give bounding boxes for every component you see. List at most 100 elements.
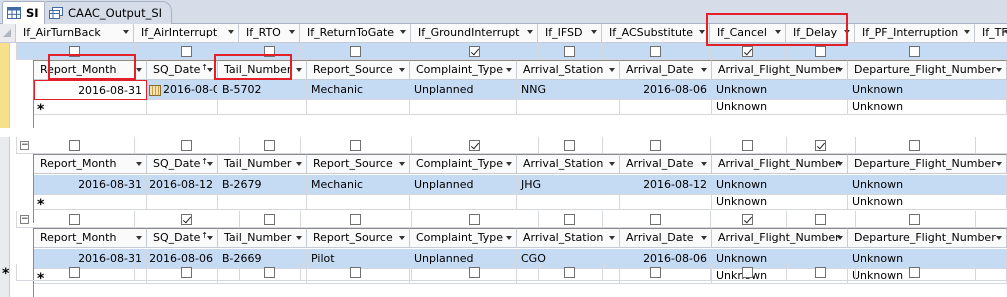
new-record-cell[interactable]: Unknown (848, 195, 1007, 210)
checkbox-if-ifsd[interactable] (564, 140, 575, 151)
checkbox-if-pf-interruption[interactable] (909, 46, 920, 57)
new-record-cell[interactable] (307, 100, 410, 115)
subcolumn-header-complaint-type[interactable]: Complaint_Type (410, 228, 517, 248)
subcell-departure-flight-number[interactable]: Unknown (848, 80, 1007, 100)
checkbox-if-acsubstitute[interactable] (650, 214, 661, 225)
column-header-if-returntogate[interactable]: If_ReturnToGate (300, 24, 411, 43)
tab-caac-output-si[interactable]: CAAC_Output_SI (44, 1, 172, 24)
column-header-if-airturnback[interactable]: If_AirTurnBack (16, 24, 134, 43)
checkbox-if-groundinterrupt[interactable] (469, 46, 480, 57)
new-record-cell[interactable]: Unknown (848, 100, 1007, 115)
new-record-cell[interactable] (517, 100, 620, 115)
new-record-cell[interactable] (218, 100, 307, 115)
dropdown-arrow-icon[interactable] (996, 162, 1002, 166)
new-record-cell[interactable]: Unknown (712, 100, 848, 115)
dropdown-arrow-icon[interactable] (399, 68, 405, 72)
checkbox-if-ifsd[interactable] (564, 46, 575, 57)
subcolumn-header-departure-flight-number[interactable]: Departure_Flight_Number (848, 154, 1007, 174)
checkbox-if-airinterrupt[interactable] (181, 46, 192, 57)
checkbox-if-cancel[interactable] (742, 140, 753, 151)
checkbox-if-groundinterrupt[interactable] (469, 140, 480, 151)
subcolumn-header-arrival-date[interactable]: Arrival_Date (620, 60, 712, 80)
new-record-cell[interactable] (410, 195, 517, 210)
subcell-departure-flight-number[interactable]: Unknown (848, 175, 1007, 195)
subcell-arrival-station[interactable]: JHG (517, 175, 620, 195)
subcolumn-header-arrival-flight-number[interactable]: Arrival_Flight_Number (712, 60, 848, 80)
dropdown-arrow-icon[interactable] (136, 68, 142, 72)
subcell-arrival-flight-number[interactable]: Unknown (712, 175, 848, 195)
dropdown-arrow-icon[interactable] (837, 162, 843, 166)
subcolumn-header-arrival-flight-number[interactable]: Arrival_Flight_Number (712, 154, 848, 174)
subcolumn-header-tail-number[interactable]: Tail_Number (218, 228, 307, 248)
dropdown-arrow-icon[interactable] (399, 236, 405, 240)
dropdown-arrow-icon[interactable] (609, 68, 615, 72)
subcolumn-header-arrival-date[interactable]: Arrival_Date (620, 154, 712, 174)
subcolumn-header-report-month[interactable]: Report_Month (34, 228, 147, 248)
dropdown-arrow-icon[interactable] (996, 236, 1002, 240)
new-record-cell[interactable] (34, 195, 147, 210)
checkbox-if-pf-interruption[interactable] (909, 140, 920, 151)
checkbox-if-delay[interactable] (815, 214, 826, 225)
subcell-arrival-flight-number[interactable]: Unknown (712, 80, 848, 100)
checkbox-if-returntogate[interactable] (350, 214, 361, 225)
dropdown-arrow-icon[interactable] (837, 68, 843, 72)
subcell-arrival-date[interactable]: 2016-08-06 (620, 80, 712, 100)
dropdown-arrow-icon[interactable] (701, 162, 707, 166)
subcolumn-header-sq-date[interactable]: SQ_Date ↑ (147, 228, 218, 248)
new-record-cell[interactable] (307, 195, 410, 210)
dropdown-arrow-icon[interactable] (296, 236, 302, 240)
dropdown-arrow-icon[interactable] (399, 162, 405, 166)
checkbox-if-airturnback[interactable] (69, 140, 80, 151)
dropdown-arrow-icon[interactable] (699, 30, 705, 34)
subcell-report-source[interactable]: Mechanic (307, 175, 410, 195)
checkbox-new-if-groundinterrupt[interactable] (469, 267, 480, 278)
subcolumn-header-report-source[interactable]: Report_Source (307, 60, 410, 80)
subcell-arrival-date[interactable]: 2016-08-12 (620, 175, 712, 195)
subcolumn-header-report-source[interactable]: Report_Source (307, 228, 410, 248)
subcell-report-source[interactable]: Mechanic (307, 80, 410, 100)
dropdown-arrow-icon[interactable] (506, 236, 512, 240)
calendar-icon[interactable] (149, 84, 161, 96)
checkbox-new-if-delay[interactable] (815, 267, 826, 278)
subcolumn-header-arrival-flight-number[interactable]: Arrival_Flight_Number (712, 228, 848, 248)
subcell-tail-number[interactable]: B-5702 (218, 80, 307, 100)
checkbox-if-ifsd[interactable] (564, 214, 575, 225)
dropdown-arrow-icon[interactable] (228, 30, 234, 34)
subcell-sq-date[interactable]: 2016-08-12 (147, 175, 218, 195)
dropdown-arrow-icon[interactable] (296, 68, 302, 72)
column-header-if-groundinterrupt[interactable]: If_GroundInterrupt (411, 24, 538, 43)
subcell-tail-number[interactable]: B-2679 (218, 175, 307, 195)
dropdown-arrow-icon[interactable] (136, 162, 142, 166)
subcolumn-header-report-source[interactable]: Report_Source (307, 154, 410, 174)
dropdown-arrow-icon[interactable] (591, 30, 597, 34)
subcell-report-month[interactable]: 2016-08-31 (34, 175, 147, 195)
dropdown-arrow-icon[interactable] (996, 68, 1002, 72)
checkbox-if-delay[interactable] (815, 46, 826, 57)
column-header-if-airinterrupt[interactable]: If_AirInterrupt (134, 24, 239, 43)
new-record-cell[interactable] (620, 100, 712, 115)
dropdown-arrow-icon[interactable] (506, 68, 512, 72)
subcolumn-header-arrival-station[interactable]: Arrival_Station (517, 228, 620, 248)
checkbox-if-delay[interactable] (815, 140, 826, 151)
subcolumn-header-arrival-station[interactable]: Arrival_Station (517, 60, 620, 80)
subcolumn-header-tail-number[interactable]: Tail_Number (218, 154, 307, 174)
subcell-arrival-station[interactable]: NNG (517, 80, 620, 100)
dropdown-arrow-icon[interactable] (837, 236, 843, 240)
checkbox-if-airturnback[interactable] (69, 214, 80, 225)
checkbox-if-rto[interactable] (264, 214, 275, 225)
dropdown-arrow-icon[interactable] (701, 236, 707, 240)
checkbox-new-if-ifsd[interactable] (564, 267, 575, 278)
subcell-sq-date[interactable]: 2016-08-06 (147, 80, 218, 100)
dropdown-arrow-icon[interactable] (289, 30, 295, 34)
tab-si[interactable]: SI (2, 1, 46, 24)
checkbox-if-returntogate[interactable] (350, 46, 361, 57)
dropdown-arrow-icon[interactable] (506, 162, 512, 166)
subcolumn-header-arrival-date[interactable]: Arrival_Date (620, 228, 712, 248)
checkbox-new-if-cancel[interactable] (742, 267, 753, 278)
checkbox-new-if-acsubstitute[interactable] (650, 267, 661, 278)
new-record-cell[interactable] (517, 195, 620, 210)
checkbox-if-pf-interruption[interactable] (909, 214, 920, 225)
checkbox-if-cancel[interactable] (742, 46, 753, 57)
subcell-report-month[interactable]: 2016-08-31 (34, 80, 147, 100)
new-record-cell[interactable] (147, 100, 218, 115)
